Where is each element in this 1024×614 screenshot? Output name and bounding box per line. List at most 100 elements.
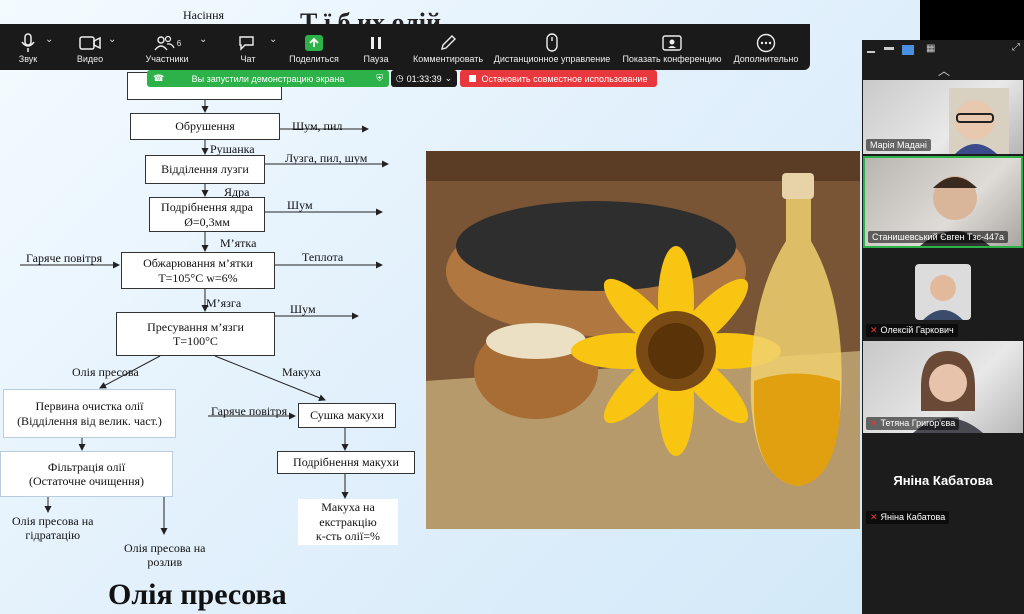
audio-caret-icon[interactable]: ⌄ [45,34,53,45]
box-filtratsiya: Фільтрація олії (Остаточне очищення) [0,451,173,497]
participant-tile-2[interactable]: Станишевський Євген Тзс-447а [863,156,1023,248]
gallery-view-icon[interactable]: ▦ [926,43,935,54]
remote-control-button[interactable]: Дистанционное управление [490,28,614,68]
annotate-button[interactable]: Комментировать [412,28,484,68]
participant-name-5: ✕ Яніна Кабатова [866,511,950,524]
label-na-gidrataciyu: Олія пресова на гідратацію [12,514,94,543]
participants-count: 6 [176,38,182,48]
share-status-banner: ☎ Вы запустили демонстрацию экрана ⛨ [147,70,389,87]
video-caret-icon[interactable]: ⌄ [108,34,116,45]
box-obrushennya: Обрушення [130,113,280,140]
share-label: Поделиться [289,54,339,64]
participant-display-name-5: Яніна Кабатова [893,473,993,488]
box-podribnennya-yadra: Подрібнення ядра Ø=0,3мм [149,197,265,232]
pause-icon [369,32,383,54]
remote-control-label: Дистанционное управление [493,54,611,64]
timer-text: 01:33:39 [406,73,442,84]
video-label: Видео [76,54,104,64]
annotate-label: Комментировать [412,54,484,64]
more-button[interactable]: Дополнительно [730,28,802,68]
label-oliya-presova: Олія пресова [72,365,139,379]
share-button[interactable]: Поделиться [288,28,340,68]
label-luzga: Лузга, пил, шум [285,151,368,165]
slide-bottom-title: Олія пресова [108,578,287,611]
strip-view-icon[interactable] [884,47,894,50]
participant-tile-3[interactable]: ✕ Олексій Гаркович [863,250,1023,340]
label-gariache-1: Гаряче повітря [26,251,103,265]
box-presuvannya: Пресування м’язги T=100°C [116,312,275,356]
pause-button[interactable]: Пауза [360,28,392,68]
box-podribnennya-makukhy: Подрібнення макухи [277,451,415,474]
participant-name-4: ✕ Тетяна Григор'єва [866,417,960,430]
more-label: Дополнительно [733,54,799,64]
show-meeting-button[interactable]: Показать конференцию [620,28,724,68]
black-strip [920,0,1024,40]
mic-muted-icon: ✕ [870,418,878,428]
speaker-view-icon[interactable] [902,45,914,55]
label-makukha: Макуха [282,365,321,379]
audio-button[interactable]: Звук [14,28,42,68]
box-pervynna-ochystka: Первина очистка олії (Відділення від вел… [3,389,176,438]
pen-icon [439,32,457,54]
label-gariache-2: Гаряче повітря [211,404,288,418]
participants-gallery: ▦ ⤢ ︿ Марія Мадані Станишевський Євген Т… [862,40,1024,614]
chevron-down-icon: ⌄ [444,73,453,83]
participants-caret-icon[interactable]: ⌄ [199,34,207,45]
participant-name-1: Марія Мадані [866,139,931,151]
label-myatka: М’ятка [220,236,257,250]
participants-button[interactable]: 6 Участники [144,28,190,68]
label-teplota: Теплота [302,250,344,264]
sunflower-oil-photo [426,151,860,529]
mouse-icon [545,32,559,54]
chat-button[interactable]: Чат [236,28,260,68]
stop-icon [469,75,477,82]
participant-tile-5[interactable]: Яніна Кабатова ✕ Яніна Кабатова [863,435,1023,527]
minimize-icon[interactable] [867,51,875,53]
mic-muted-icon: ✕ [870,512,878,522]
share-status-text: Вы запустили демонстрацию экрана [191,73,345,84]
stop-share-button[interactable]: Остановить совместное использование [460,70,657,87]
box-obzharyuvannya: Обжарювання м’ятки T=105°C w=6% [121,252,275,289]
clock-icon: ◷ [395,73,404,83]
participant-tile-4[interactable]: ✕ Тетяна Григор'єва [863,341,1023,433]
meeting-toolbar: Звук ⌄ Видео ⌄ 6 Участники ⌄ Чат ⌄ Подел… [0,24,810,70]
show-meeting-icon [662,32,682,54]
phone-icon: ☎ [153,73,165,83]
participant-name-2: Станишевський Євген Тзс-447а [868,231,1008,243]
participant-name-text-4: Тетяна Григор'єва [880,418,956,428]
participants-label: Участники [145,54,189,64]
pause-label: Пауза [363,54,389,64]
chat-caret-icon[interactable]: ⌄ [269,34,277,45]
shield-icon: ⛨ [376,73,383,83]
participant-name-text-5: Яніна Кабатова [880,512,946,522]
chat-icon [238,32,258,54]
camera-icon [79,32,101,54]
gallery-controls: ▦ ⤢ [862,40,1024,62]
chat-label: Чат [240,54,256,64]
mic-muted-icon: ✕ [870,325,878,335]
label-shum-2: Шум [290,302,316,316]
label-na-rozlyv: Олія пресова на розлив [124,541,206,570]
audio-label: Звук [18,54,38,64]
expand-icon[interactable]: ⤢ [1012,42,1020,53]
label-myazga: М’язга [206,296,242,310]
label-nasinnya: Насіння [183,8,225,22]
participant-tile-1[interactable]: Марія Мадані [863,80,1023,154]
participant-name-3: ✕ Олексій Гаркович [866,324,958,337]
share-icon [304,32,324,54]
box-makukha-ekstr: Макуха на екстракцію к-сть олії=% [298,499,398,545]
box-sushka-makukhy: Сушка макухи [298,403,396,428]
gallery-scroll-up[interactable]: ︿ [938,62,950,79]
participant-name-text-3: Олексій Гаркович [880,325,954,335]
show-meeting-label: Показать конференцию [622,54,722,64]
more-icon [756,32,776,54]
label-shum-1: Шум [287,198,313,212]
share-timer[interactable]: ◷ 01:33:39 ⌄ [391,70,457,87]
microphone-icon [21,32,35,54]
stop-share-label: Остановить совместное использование [481,73,648,84]
video-button[interactable]: Видео [74,28,106,68]
shared-slide: Насіння Т ї б их олій Обрушення Шум, пил… [0,0,920,614]
participants-icon: 6 [153,32,181,54]
box-viddilennya-luzgy: Відділення лузги [145,155,265,184]
label-shum-pyl: Шум, пил [292,119,343,133]
